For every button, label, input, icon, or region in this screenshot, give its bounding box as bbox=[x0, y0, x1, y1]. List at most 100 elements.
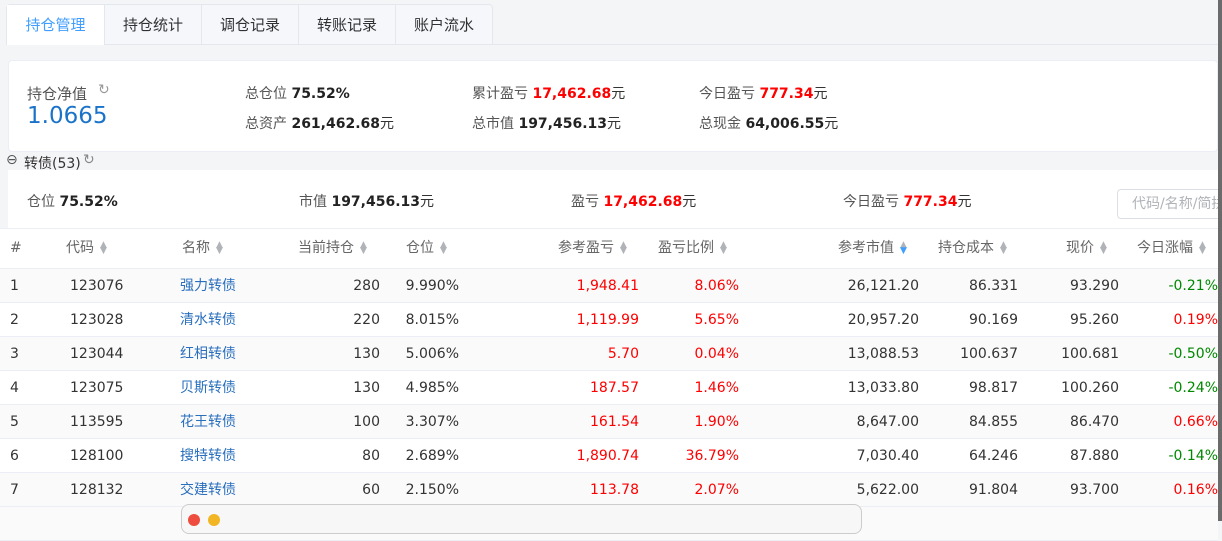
holding-qty: 60 bbox=[362, 482, 380, 498]
floating-window[interactable] bbox=[181, 504, 862, 534]
bond-name[interactable]: 红相转债 bbox=[180, 337, 236, 371]
column-header-label: 持仓成本 bbox=[938, 240, 994, 256]
sort-icon[interactable]: ▲ ▼ bbox=[360, 241, 367, 256]
refresh-icon[interactable]: ↻ bbox=[83, 152, 95, 168]
tab-transfer[interactable]: 转账记录 bbox=[298, 5, 395, 45]
column-header-label: 盈亏比例 bbox=[658, 240, 714, 256]
column-header-label: 当前持仓 bbox=[298, 240, 354, 256]
group-pl-value: 17,462.68 bbox=[603, 194, 683, 210]
close-dot-icon[interactable] bbox=[188, 514, 200, 526]
cum-pl-value: 17,462.68 bbox=[532, 86, 612, 102]
group-market-value: 197,456.13 bbox=[331, 194, 421, 210]
sort-icon[interactable]: ▲ ▼ bbox=[620, 241, 627, 256]
ref-market-value: 13,088.53 bbox=[847, 346, 919, 362]
bond-name[interactable]: 交建转债 bbox=[180, 473, 236, 507]
current-price: 86.470 bbox=[1070, 414, 1119, 430]
market-label: 总市值 bbox=[472, 116, 514, 132]
table-row[interactable]: 1 123076 强力转债 280 9.990% 1,948.41 8.06% 26,121.… bbox=[0, 269, 1218, 303]
sort-icon[interactable]: ▲ ▼ bbox=[1199, 241, 1206, 256]
current-price: 100.260 bbox=[1061, 380, 1119, 396]
holding-qty: 100 bbox=[353, 414, 380, 430]
column-header[interactable]: 参考市值 ▲ ▼ bbox=[838, 229, 907, 267]
bond-code: 128132 bbox=[70, 482, 124, 498]
tab-holdings[interactable]: 持仓管理 bbox=[7, 5, 104, 45]
sort-icon[interactable]: ▲ ▼ bbox=[1000, 241, 1007, 256]
cum-pl-label: 累计盈亏 bbox=[472, 86, 528, 102]
column-header: # bbox=[10, 229, 22, 267]
unit: 元 bbox=[824, 116, 839, 132]
bond-code: 128100 bbox=[70, 448, 124, 464]
column-header[interactable]: 今日涨幅 ▲ ▼ bbox=[1137, 229, 1206, 267]
current-price: 93.700 bbox=[1070, 482, 1119, 498]
table-row[interactable]: 7 128132 交建转债 60 2.150% 113.78 2.07% 5,622.00 91… bbox=[0, 473, 1218, 507]
table-row[interactable]: 4 123075 贝斯转债 130 4.985% 187.57 1.46% 13,033.80… bbox=[0, 371, 1218, 405]
summary-panel: 持仓净值 ↻ 1.0665 总仓位 75.52% 总资产 261,462.68元… bbox=[8, 60, 1218, 152]
column-header[interactable]: 参考盈亏 ▲ ▼ bbox=[558, 229, 627, 267]
nav-value: 1.0665 bbox=[27, 103, 108, 129]
table-row[interactable]: 5 113595 花王转债 100 3.307% 161.54 1.90% 8,647.00 8… bbox=[0, 405, 1218, 439]
tab-divider bbox=[104, 44, 1222, 45]
bond-name[interactable]: 搜特转债 bbox=[180, 439, 236, 473]
column-header[interactable]: 代码 ▲ ▼ bbox=[66, 229, 107, 267]
bond-name[interactable]: 强力转债 bbox=[180, 269, 236, 303]
bond-code: 123075 bbox=[70, 380, 124, 396]
ref-pl: 1,890.74 bbox=[576, 448, 639, 464]
ref-market-value: 7,030.40 bbox=[856, 448, 919, 464]
column-header[interactable]: 名称 ▲ ▼ bbox=[182, 229, 223, 267]
sort-icon[interactable]: ▲ ▼ bbox=[440, 241, 447, 256]
pl-ratio: 8.06% bbox=[694, 278, 739, 294]
position-pct: 9.990% bbox=[405, 278, 459, 294]
ref-market-value: 20,957.20 bbox=[847, 312, 919, 328]
holdings-table: # 代码 ▲ ▼ 名称 ▲ ▼ 当前持仓 ▲ ▼ 仓位 ▲ ▼ 参考盈亏 ▲ ▼ 盈亏比例 ▲ ▼ 参考市值 ▲ ▼ 持仓成… bbox=[0, 228, 1218, 541]
cash-value: 64,006.55 bbox=[745, 116, 825, 132]
sort-icon[interactable]: ▲ ▼ bbox=[216, 241, 223, 256]
cash-label: 总现金 bbox=[699, 116, 741, 132]
collapse-icon[interactable]: ⊖ bbox=[6, 152, 18, 168]
unit: 元 bbox=[813, 86, 828, 102]
column-header[interactable]: 现价 ▲ ▼ bbox=[1066, 229, 1107, 267]
current-price: 95.260 bbox=[1070, 312, 1119, 328]
market-value: 197,456.13 bbox=[518, 116, 608, 132]
column-header-label: 仓位 bbox=[406, 240, 434, 256]
holding-qty: 280 bbox=[353, 278, 380, 294]
column-header[interactable]: 当前持仓 ▲ ▼ bbox=[298, 229, 367, 267]
tab-ledger[interactable]: 账户流水 bbox=[395, 5, 492, 45]
holding-cost: 84.855 bbox=[969, 414, 1018, 430]
unit: 元 bbox=[682, 194, 697, 210]
table-row[interactable]: 6 128100 搜特转债 80 2.689% 1,890.74 36.79% 7,030.4… bbox=[0, 439, 1218, 473]
sort-icon[interactable]: ▲ ▼ bbox=[720, 241, 727, 256]
sort-icon[interactable]: ▲ ▼ bbox=[900, 241, 907, 256]
position-pct: 2.150% bbox=[405, 482, 459, 498]
pl-ratio: 1.46% bbox=[694, 380, 739, 396]
unit: 元 bbox=[957, 194, 972, 210]
column-header[interactable]: 持仓成本 ▲ ▼ bbox=[938, 229, 1007, 267]
column-header[interactable]: 盈亏比例 ▲ ▼ bbox=[658, 229, 727, 267]
bond-code: 123076 bbox=[70, 278, 124, 294]
sort-icon[interactable]: ▲ ▼ bbox=[1100, 241, 1107, 256]
column-header[interactable]: 仓位 ▲ ▼ bbox=[406, 229, 447, 267]
table-row[interactable]: 3 123044 红相转债 130 5.006% 5.70 0.04% 13,088.53 10… bbox=[0, 337, 1218, 371]
tab-stats[interactable]: 持仓统计 bbox=[104, 5, 201, 45]
bond-code: 113595 bbox=[70, 414, 124, 430]
holding-cost: 98.817 bbox=[969, 380, 1018, 396]
tab-bar: 持仓管理 持仓统计 调仓记录 转账记录 账户流水 bbox=[6, 4, 493, 45]
refresh-icon[interactable]: ↻ bbox=[98, 82, 110, 98]
sort-icon[interactable]: ▲ ▼ bbox=[100, 241, 107, 256]
bond-name[interactable]: 清水转债 bbox=[180, 303, 236, 337]
group-position-value: 75.52% bbox=[59, 194, 118, 210]
group-position-label: 仓位 bbox=[27, 194, 55, 210]
group-today-label: 今日盈亏 bbox=[843, 194, 899, 210]
bond-name[interactable]: 贝斯转债 bbox=[180, 371, 236, 405]
bond-name[interactable]: 花王转债 bbox=[180, 405, 236, 439]
table-row[interactable]: 2 123028 清水转债 220 8.015% 1,119.99 5.65% 20,957.… bbox=[0, 303, 1218, 337]
window-edge bbox=[1218, 0, 1222, 521]
nav-label: 持仓净值 bbox=[27, 85, 88, 103]
minimize-dot-icon[interactable] bbox=[208, 514, 220, 526]
column-header-label: 现价 bbox=[1066, 240, 1094, 256]
group-pl-label: 盈亏 bbox=[571, 194, 599, 210]
unit: 元 bbox=[607, 116, 622, 132]
search-input[interactable]: 代码/名称/简拼 bbox=[1117, 189, 1222, 219]
today-change: -0.14% bbox=[1168, 448, 1218, 464]
holding-cost: 100.637 bbox=[960, 346, 1018, 362]
tab-rebalance[interactable]: 调仓记录 bbox=[201, 5, 298, 45]
